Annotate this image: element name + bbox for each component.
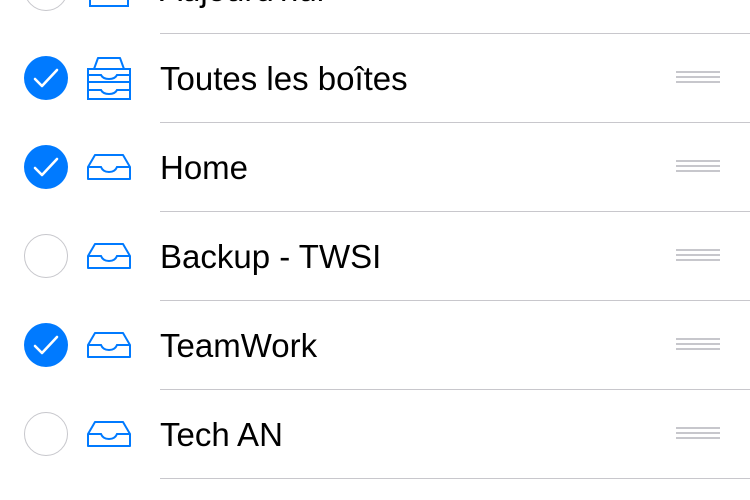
mailbox-label: Toutes les boîtes: [160, 60, 408, 97]
checkmark-icon[interactable]: [24, 56, 68, 100]
list-item[interactable]: Backup - TWSI: [0, 212, 750, 301]
list-item[interactable]: TeamWork: [0, 301, 750, 390]
checkbox[interactable]: [24, 234, 68, 278]
checkbox[interactable]: [24, 0, 68, 11]
checkmark-icon[interactable]: [24, 323, 68, 367]
reorder-handle-icon[interactable]: [676, 427, 720, 443]
checkmark-icon[interactable]: [24, 145, 68, 189]
inbox-icon: [86, 411, 132, 457]
inbox-icon: [86, 233, 132, 279]
reorder-handle-icon[interactable]: [676, 249, 720, 265]
list-item[interactable]: Home: [0, 123, 750, 212]
separator: [160, 478, 750, 479]
calendar-icon: [86, 0, 132, 12]
list-item[interactable]: Toutes les boîtes: [0, 34, 750, 123]
all-inboxes-icon: [86, 55, 132, 101]
inbox-icon: [86, 322, 132, 368]
reorder-handle-icon[interactable]: [676, 71, 720, 87]
inbox-icon: [86, 144, 132, 190]
checkbox[interactable]: [24, 412, 68, 456]
list-item[interactable]: Tech AN: [0, 390, 750, 479]
mailbox-label: Home: [160, 149, 249, 186]
reorder-handle-icon[interactable]: [676, 160, 720, 176]
mailbox-label: Aujourd'hui: [160, 0, 324, 34]
mailbox-label: Tech AN: [160, 416, 283, 453]
mailbox-list: Aujourd'hui Toutes les boîtes: [0, 0, 750, 479]
mailbox-label: TeamWork: [160, 327, 318, 364]
reorder-handle-icon[interactable]: [676, 338, 720, 354]
mailbox-label: Backup - TWSI: [160, 238, 382, 275]
list-item[interactable]: Aujourd'hui: [0, 0, 750, 34]
